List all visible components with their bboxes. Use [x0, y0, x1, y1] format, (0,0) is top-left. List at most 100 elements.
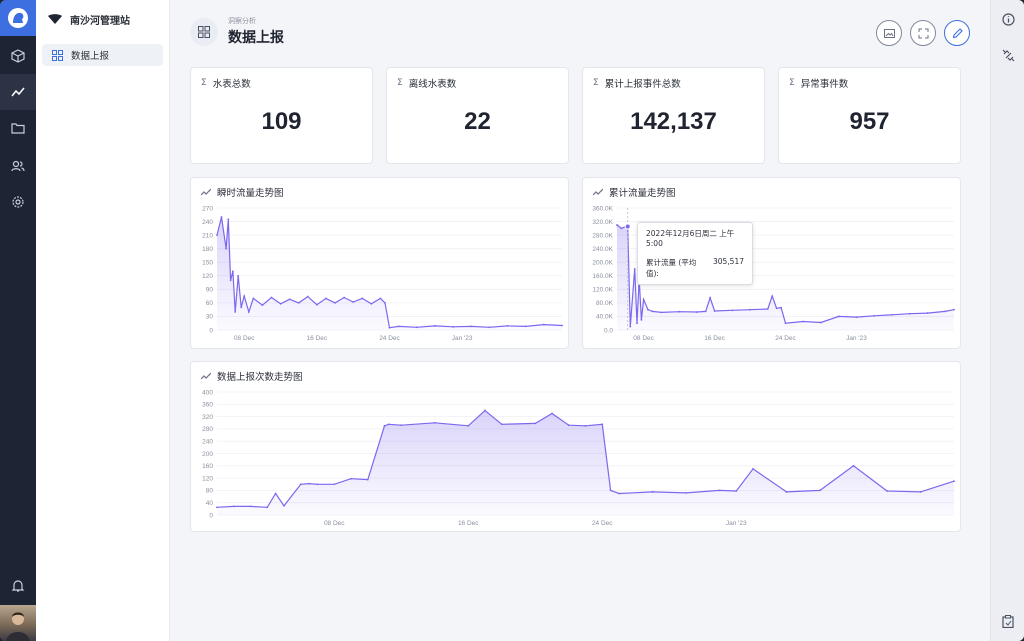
- data-point: [837, 315, 840, 318]
- data-point: [350, 477, 352, 480]
- data-point: [609, 489, 612, 492]
- data-point: [270, 296, 273, 299]
- data-point: [819, 489, 821, 492]
- y-tick-label: 90: [206, 287, 214, 294]
- y-tick-label: 0: [209, 512, 213, 519]
- data-point: [718, 489, 721, 492]
- chart-cumulative-flow[interactable]: 360.0K 320.0K 280.0K 240.0K 200.0K 160.0K 120.…: [582, 177, 961, 349]
- y-tick-label: 360.0K: [592, 205, 613, 212]
- data-point: [361, 297, 364, 300]
- notification-bell-icon[interactable]: [0, 568, 36, 604]
- app-logo[interactable]: [0, 0, 36, 36]
- data-point: [383, 424, 386, 427]
- nav-settings-icon[interactable]: [0, 184, 36, 220]
- nav-trend-icon[interactable]: [0, 74, 36, 110]
- y-tick-label: 80.0K: [596, 300, 614, 307]
- trend-icon: [593, 188, 603, 196]
- info-button[interactable]: [991, 2, 1024, 36]
- nav-folder-icon[interactable]: [0, 110, 36, 146]
- stat-card-meters-offline[interactable]: Σ 离线水表数 22: [386, 67, 569, 164]
- data-point: [616, 224, 618, 226]
- data-point: [852, 464, 855, 467]
- data-point: [908, 312, 911, 315]
- data-point: [306, 295, 309, 298]
- info-icon: [1001, 12, 1015, 26]
- x-tick-label: 24 Dec: [775, 335, 796, 342]
- data-point: [731, 309, 734, 312]
- data-point: [944, 310, 947, 313]
- clipboard-icon: [1002, 614, 1014, 628]
- data-point: [247, 311, 250, 313]
- x-tick-label: 08 Dec: [234, 335, 255, 342]
- image-view-button[interactable]: [876, 20, 902, 46]
- grid-icon: [52, 49, 63, 61]
- y-tick-label: 200.0K: [592, 260, 613, 267]
- data-point: [775, 307, 778, 310]
- stat-label: 离线水表数: [408, 79, 457, 90]
- data-point: [384, 301, 386, 304]
- data-point: [315, 303, 318, 306]
- disconnect-button[interactable]: [991, 38, 1024, 72]
- chart-title: 累计流量走势图: [609, 188, 676, 199]
- data-point: [316, 483, 319, 486]
- breadcrumb[interactable]: 洞察分析: [228, 16, 284, 26]
- data-point: [561, 324, 563, 327]
- chart-report-count[interactable]: 400 360 320 280 240 200 160 120 80 40 0 08 Dec 16 De…: [190, 361, 961, 532]
- y-tick-label: 150: [202, 260, 213, 267]
- avatar[interactable]: [0, 605, 36, 641]
- data-point: [685, 491, 687, 494]
- x-tick-label: Jan '23: [726, 520, 747, 527]
- stat-card-events-total[interactable]: Σ 累计上报事件总数 142,137: [582, 67, 765, 164]
- data-point: [749, 308, 751, 311]
- data-point: [452, 325, 454, 328]
- clipboard-button[interactable]: [991, 604, 1024, 638]
- data-point: [873, 314, 876, 317]
- sidebar-item-data-report[interactable]: 数据上报: [42, 44, 163, 66]
- data-point: [216, 506, 218, 509]
- data-point: [379, 297, 382, 300]
- stat-card-meters-total[interactable]: Σ 水表总数 109: [190, 67, 373, 164]
- data-point: [240, 306, 243, 309]
- nav-cube-icon[interactable]: [0, 38, 36, 74]
- main-content: 洞察分析 数据上报 Σ 水表总数 109 Σ 离线水表数 22 Σ 累计上报事件总数: [170, 0, 990, 641]
- y-tick-label: 320: [202, 414, 213, 421]
- site-header[interactable]: 南沙河管理站: [36, 0, 169, 38]
- x-tick-label: 16 Dec: [458, 520, 479, 527]
- data-point: [620, 227, 623, 230]
- y-tick-label: 120: [202, 273, 213, 280]
- y-tick-label: 280.0K: [592, 232, 613, 239]
- image-icon: [883, 28, 895, 38]
- x-tick-label: 08 Dec: [633, 335, 654, 342]
- data-point: [433, 325, 436, 327]
- data-point: [919, 491, 922, 493]
- x-tick-label: 16 Dec: [704, 335, 725, 342]
- stat-card-events-abnormal[interactable]: Σ 异常事件数 957: [778, 67, 961, 164]
- data-point: [274, 492, 277, 495]
- trend-icon: [201, 188, 211, 196]
- y-tick-label: 360: [202, 402, 213, 409]
- y-tick-label: 0.0: [604, 327, 613, 334]
- y-tick-label: 240: [202, 219, 213, 226]
- header-actions: [868, 20, 970, 46]
- tooltip-series: 累计流量 (平均值):: [646, 258, 697, 278]
- hover-point: [624, 223, 631, 230]
- sidebar-item-label: 数据上报: [71, 51, 110, 62]
- chart-title: 瞬时流量走势图: [217, 188, 284, 199]
- chart-instant-flow[interactable]: 270 240 210 180 150 120 90 60 30 0 08 Dec 16 Dec 24 …: [190, 177, 569, 349]
- x-tick-label: 24 Dec: [379, 335, 400, 342]
- data-point: [713, 310, 716, 312]
- data-point: [660, 311, 663, 314]
- data-point: [953, 308, 955, 311]
- edit-button[interactable]: [944, 20, 970, 46]
- unlink-icon: [1002, 49, 1014, 61]
- fullscreen-button[interactable]: [910, 20, 936, 46]
- data-point: [636, 322, 638, 325]
- nav-users-icon[interactable]: [0, 148, 36, 184]
- tooltip-date: 2022年12月6日周二 上午5:00: [646, 229, 735, 248]
- data-point: [735, 490, 738, 492]
- data-point: [397, 325, 400, 328]
- pencil-icon: [952, 27, 963, 38]
- data-point: [352, 301, 355, 303]
- y-tick-label: 320.0K: [592, 219, 613, 226]
- stat-value: 22: [464, 108, 491, 135]
